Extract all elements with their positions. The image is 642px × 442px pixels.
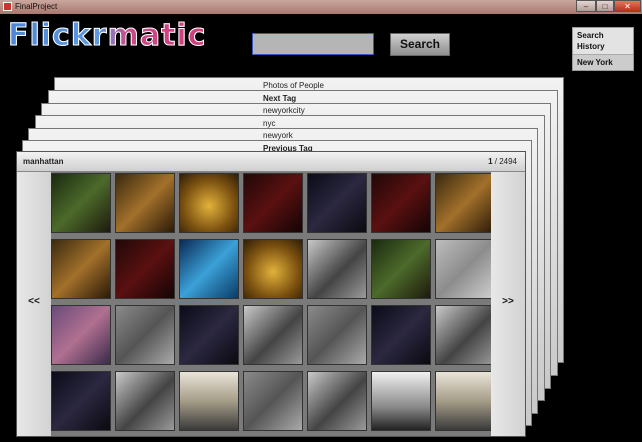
photo-thumbnail[interactable] bbox=[435, 371, 495, 431]
card-label-nyc[interactable]: nyc bbox=[263, 119, 275, 129]
photo-grid bbox=[51, 172, 495, 436]
photo-thumbnail[interactable] bbox=[371, 173, 431, 233]
previous-page-strip[interactable]: << bbox=[17, 172, 51, 436]
photo-thumbnail[interactable] bbox=[115, 173, 175, 233]
photo-thumbnail[interactable] bbox=[435, 173, 495, 233]
photo-thumbnail[interactable] bbox=[51, 305, 111, 365]
photo-thumbnail[interactable] bbox=[115, 305, 175, 365]
next-page-strip[interactable]: >> bbox=[491, 172, 525, 436]
page-counter: 1 / 2494 bbox=[488, 157, 517, 166]
app-icon bbox=[3, 2, 12, 11]
photo-thumbnail[interactable] bbox=[307, 239, 367, 299]
page-total: / 2494 bbox=[492, 157, 517, 166]
card-label-newyork[interactable]: newyork bbox=[263, 131, 293, 141]
next-tag-link[interactable]: Next Tag bbox=[263, 94, 296, 104]
photo-thumbnail[interactable] bbox=[371, 371, 431, 431]
photo-thumbnail[interactable] bbox=[51, 371, 111, 431]
search-history-panel: Search History New York bbox=[572, 27, 634, 71]
photo-thumbnail[interactable] bbox=[307, 371, 367, 431]
photo-thumbnail[interactable] bbox=[179, 173, 239, 233]
photo-thumbnail[interactable] bbox=[51, 239, 111, 299]
photo-thumbnail[interactable] bbox=[371, 239, 431, 299]
photo-thumbnail[interactable] bbox=[435, 305, 495, 365]
photo-thumbnail[interactable] bbox=[307, 305, 367, 365]
photo-panel-header: manhattan 1 / 2494 bbox=[17, 152, 525, 172]
minimize-button[interactable]: – bbox=[576, 0, 596, 12]
app-logo: Flickrmatic bbox=[8, 18, 207, 54]
photo-thumbnail[interactable] bbox=[179, 305, 239, 365]
photo-thumbnail[interactable] bbox=[243, 173, 303, 233]
photo-thumbnail[interactable] bbox=[115, 371, 175, 431]
photo-thumbnail[interactable] bbox=[307, 173, 367, 233]
photo-panel-manhattan: manhattan 1 / 2494 << >> bbox=[16, 151, 526, 437]
close-button[interactable]: ✕ bbox=[614, 0, 641, 12]
history-item[interactable]: New York bbox=[573, 55, 633, 70]
photo-thumbnail[interactable] bbox=[243, 371, 303, 431]
photo-thumbnail[interactable] bbox=[243, 239, 303, 299]
card-label-photos-of-people[interactable]: Photos of People bbox=[263, 81, 324, 91]
window-title-bar: FinalProject – □ ✕ bbox=[0, 0, 642, 14]
previous-page-button[interactable]: << bbox=[17, 296, 51, 307]
photo-thumbnail[interactable] bbox=[371, 305, 431, 365]
maximize-button[interactable]: □ bbox=[596, 0, 614, 12]
photo-thumbnail[interactable] bbox=[179, 371, 239, 431]
tag-title: manhattan bbox=[23, 157, 64, 166]
photo-thumbnail[interactable] bbox=[243, 305, 303, 365]
search-history-title: Search History bbox=[573, 28, 633, 55]
next-page-button[interactable]: >> bbox=[491, 296, 525, 307]
photo-thumbnail[interactable] bbox=[51, 173, 111, 233]
photo-thumbnail[interactable] bbox=[435, 239, 495, 299]
search-input[interactable] bbox=[252, 33, 374, 55]
photo-thumbnail[interactable] bbox=[115, 239, 175, 299]
search-button[interactable]: Search bbox=[390, 33, 450, 56]
photo-thumbnail[interactable] bbox=[179, 239, 239, 299]
window-title: FinalProject bbox=[15, 2, 58, 11]
card-label-newyorkcity[interactable]: newyorkcity bbox=[263, 106, 305, 116]
